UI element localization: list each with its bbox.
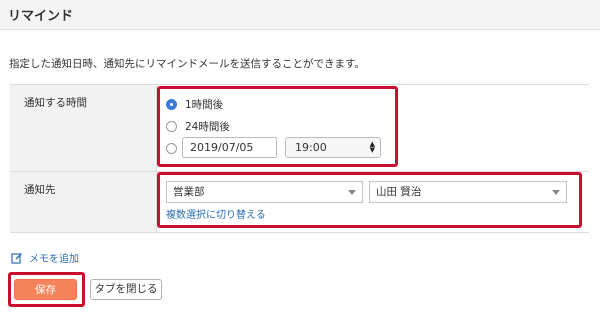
radio-24hours[interactable] xyxy=(166,120,177,132)
chevron-down-icon xyxy=(348,190,356,195)
option-24hours-label: 24時間後 xyxy=(185,120,230,133)
page-title: リマインド xyxy=(8,9,74,24)
person-select[interactable]: 山田 賢治 xyxy=(369,181,567,203)
close-tab-button[interactable]: タブを閉じる xyxy=(90,279,162,300)
radio-1hour[interactable] xyxy=(166,98,177,110)
person-select-value: 山田 賢治 xyxy=(376,186,422,198)
description-text: 指定した通知日時、通知先にリマインドメールを送信することができます。 xyxy=(9,58,365,70)
add-memo-label: メモを追加 xyxy=(29,254,79,265)
edit-icon xyxy=(11,252,22,264)
radio-custom-datetime[interactable] xyxy=(166,142,177,154)
time-row-label: 通知する時間 xyxy=(24,97,87,109)
option-1hour[interactable]: 1時間後 xyxy=(166,96,223,112)
date-input[interactable]: 2019/07/05 xyxy=(182,137,277,158)
save-button[interactable]: 保存 xyxy=(14,279,77,300)
time-select-value: 19:00 xyxy=(295,141,327,154)
time-select[interactable]: 19:00 ▲ ▼ xyxy=(285,137,381,158)
department-select-value: 営業部 xyxy=(173,186,205,198)
page-header: リマインド xyxy=(0,0,600,30)
switch-multiple-select-link[interactable]: 複数選択に切り替える xyxy=(166,206,266,221)
chevron-down-icon xyxy=(552,190,560,195)
option-24hours[interactable]: 24時間後 xyxy=(166,118,230,134)
recipient-row-label: 通知先 xyxy=(24,184,56,196)
department-select[interactable]: 営業部 xyxy=(166,181,363,203)
updown-arrow-icon: ▲ ▼ xyxy=(369,140,375,154)
add-memo-link[interactable]: メモを追加 xyxy=(11,250,79,265)
option-1hour-label: 1時間後 xyxy=(185,98,224,111)
